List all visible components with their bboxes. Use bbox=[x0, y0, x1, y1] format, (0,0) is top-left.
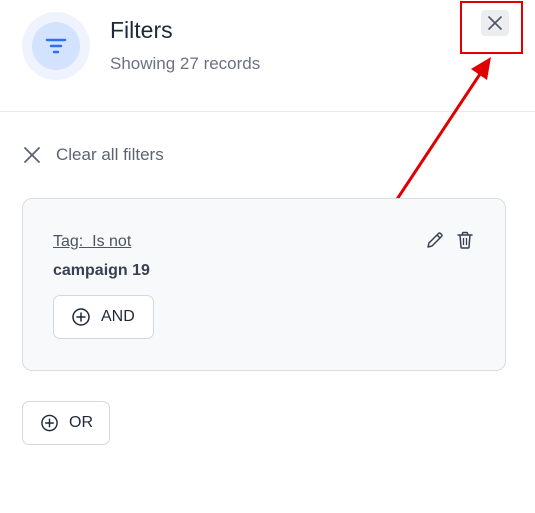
add-and-condition-button[interactable]: AND bbox=[53, 295, 154, 339]
filters-header: Filters Showing 27 records bbox=[0, 0, 535, 112]
close-button[interactable] bbox=[481, 10, 509, 36]
edit-filter-button[interactable] bbox=[423, 228, 447, 252]
page-title: Filters bbox=[110, 17, 173, 43]
filter-avatar bbox=[22, 12, 90, 80]
filter-condition-field[interactable]: Tag: Is not bbox=[53, 233, 131, 251]
record-count: Showing 27 records bbox=[110, 54, 261, 73]
clear-all-filters-label: Clear all filters bbox=[56, 145, 164, 164]
plus-circle-icon bbox=[41, 414, 58, 432]
or-button-label: OR bbox=[69, 414, 93, 431]
pencil-icon bbox=[427, 232, 443, 248]
and-button-label: AND bbox=[101, 308, 135, 325]
filter-icon bbox=[45, 38, 67, 54]
filter-condition-value: campaign 19 bbox=[53, 262, 150, 279]
add-or-group-button[interactable]: OR bbox=[22, 401, 110, 445]
plus-circle-icon bbox=[72, 308, 90, 326]
clear-all-filters-button[interactable]: Clear all filters bbox=[22, 140, 164, 170]
trash-icon bbox=[457, 231, 473, 249]
filter-group-card: Tag: Is not campaign 19 AND bbox=[22, 198, 506, 371]
delete-filter-button[interactable] bbox=[453, 228, 477, 252]
close-icon bbox=[488, 16, 502, 30]
close-icon bbox=[24, 147, 40, 163]
